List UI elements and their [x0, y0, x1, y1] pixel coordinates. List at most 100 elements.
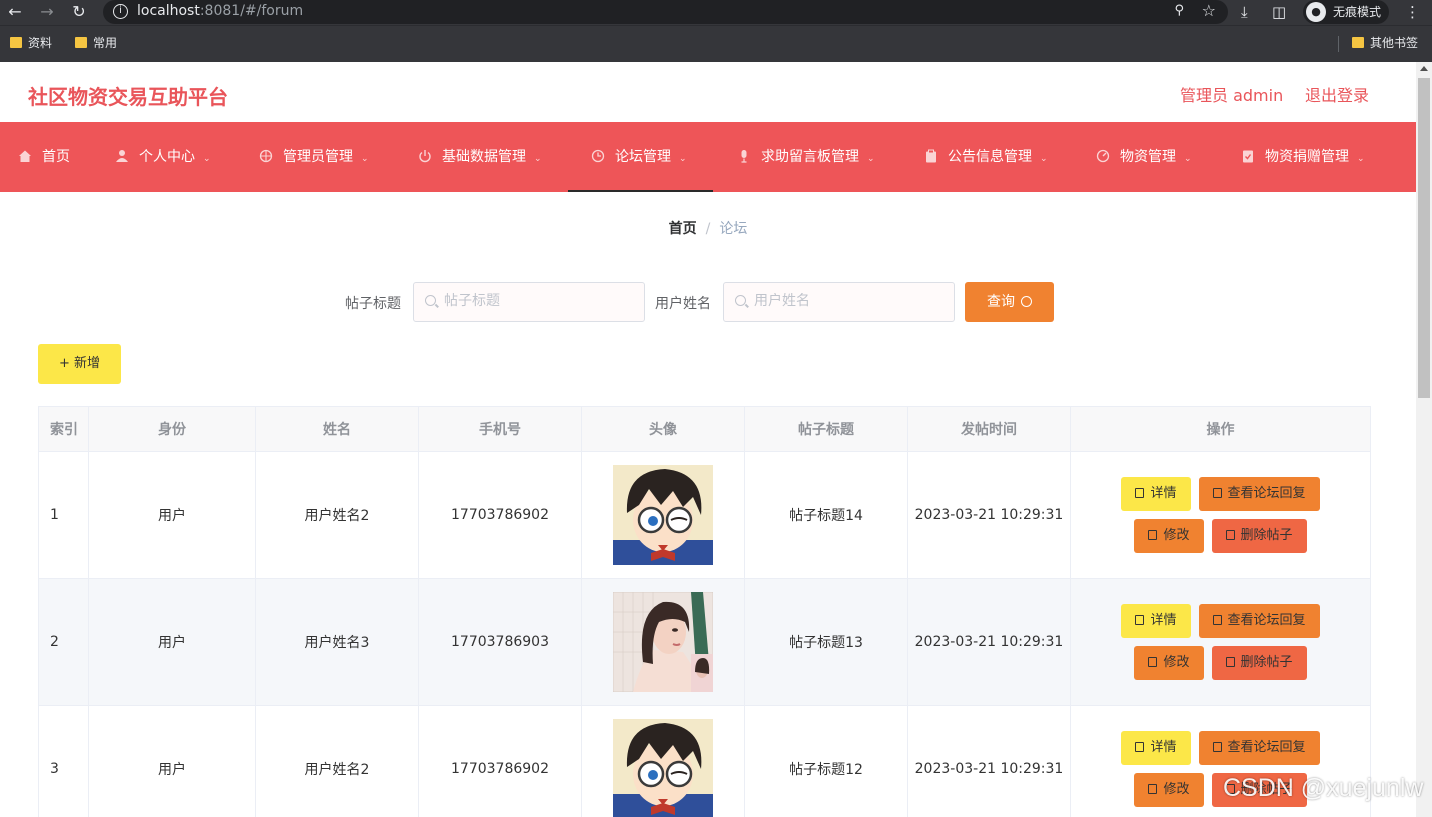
column-header: 发帖时间 [908, 407, 1071, 451]
column-header: 手机号 [419, 407, 582, 451]
add-button[interactable]: + 新增 [38, 344, 121, 384]
chevron-down-icon: ⌄ [1357, 154, 1365, 164]
folder-icon [75, 37, 87, 48]
menu-item-profile[interactable]: 个人中心 ⌄ [115, 122, 211, 192]
download-icon[interactable]: ⤓ [1241, 3, 1248, 21]
column-header: 身份 [89, 407, 256, 451]
site-title: 社区物资交易互助平台 [28, 85, 228, 109]
trash-icon [1225, 530, 1235, 540]
chevron-down-icon: ⌄ [1184, 154, 1192, 164]
menu-item-donation[interactable]: 物资捐赠管理 ⌄ [1241, 122, 1365, 192]
cell-name: 用户姓名3 [256, 579, 419, 705]
menu-item-home[interactable]: 首页 [18, 122, 70, 192]
view-replies-button[interactable]: 查看论坛回复 [1198, 731, 1320, 765]
site-header: 社区物资交易互助平台 管理员 admin 退出登录 [0, 62, 1416, 122]
cell-post-time: 2023-03-21 10:29:31 [908, 579, 1071, 705]
cell-role: 用户 [89, 452, 256, 578]
delete-button[interactable]: 删除帖子 [1211, 519, 1307, 553]
cell-actions: 详情 查看论坛回复 修改 删除帖子 [1071, 452, 1371, 578]
chevron-down-icon: ⌄ [679, 154, 687, 164]
edit-icon [1148, 530, 1158, 540]
url-text[interactable]: localhost:8081/#/forum [137, 3, 303, 19]
edit-button[interactable]: 修改 [1134, 646, 1204, 680]
detail-button[interactable]: 详情 [1121, 477, 1191, 511]
sidepanel-icon[interactable]: ◫ [1272, 3, 1286, 21]
back-icon[interactable]: ← [4, 2, 26, 22]
cell-index: 1 [39, 452, 89, 578]
detail-button[interactable]: 详情 [1121, 731, 1191, 765]
user-name-input[interactable] [754, 293, 944, 309]
address-bar[interactable]: i localhost:8081/#/forum ⚲ ☆ [103, 0, 1228, 24]
bookmark-folder[interactable]: 常用 [75, 35, 117, 51]
edit-icon [1212, 488, 1222, 498]
view-replies-button[interactable]: 查看论坛回复 [1198, 477, 1320, 511]
column-header: 操作 [1071, 407, 1371, 451]
cell-post-title: 帖子标题14 [745, 452, 908, 578]
menu-item-help-board[interactable]: 求助留言板管理 ⌄ [737, 122, 875, 192]
edit-icon [1148, 784, 1158, 794]
menu-item-basic-data[interactable]: 基础数据管理 ⌄ [418, 122, 542, 192]
edit-icon [1212, 615, 1222, 625]
breadcrumb-home[interactable]: 首页 [669, 221, 697, 237]
avatar[interactable] [613, 592, 713, 692]
cell-phone: 17703786902 [419, 452, 582, 578]
forward-icon[interactable]: → [36, 2, 58, 22]
menu-item-goods[interactable]: 物资管理 ⌄ [1096, 122, 1192, 192]
post-title-label: 帖子标题 [345, 296, 401, 312]
bookmark-star-icon[interactable]: ☆ [1202, 1, 1216, 20]
menu-item-admin[interactable]: 管理员管理 ⌄ [259, 122, 369, 192]
document-icon [1135, 488, 1145, 498]
post-title-input[interactable] [444, 293, 634, 309]
scrollbar-thumb[interactable] [1418, 78, 1430, 398]
post-title-field[interactable] [413, 282, 645, 322]
avatar[interactable] [613, 465, 713, 565]
bookmark-folder[interactable]: 资料 [10, 35, 52, 51]
main-menu: 首页 个人中心 ⌄ 管理员管理 ⌄ 基础数据管理 ⌄ 论坛管理 ⌄ 求助留言板管理 ⌄ 公… [0, 122, 1416, 192]
cell-name: 用户姓名2 [256, 452, 419, 578]
reload-icon[interactable]: ↻ [68, 2, 90, 22]
clipboard-icon [926, 149, 936, 163]
edit-button[interactable]: 修改 [1134, 519, 1204, 553]
user-name-field[interactable] [723, 282, 955, 322]
breadcrumb-separator: / [705, 221, 711, 237]
document-icon [1135, 615, 1145, 625]
column-header: 帖子标题 [745, 407, 908, 451]
page-scrollbar[interactable] [1416, 62, 1432, 817]
folder-icon [10, 37, 22, 48]
table-row: 3 用户 用户姓名2 17703786902 帖子标题12 2023-03-21… [39, 706, 1371, 817]
key-icon[interactable]: ⚲ [1174, 3, 1184, 18]
site-info-icon[interactable]: i [113, 4, 128, 19]
home-icon [19, 150, 31, 162]
table-row: 2 用户 用户姓名3 17703786903 帖子标题13 2023-03-21… [39, 579, 1371, 706]
cell-phone: 17703786902 [419, 706, 582, 817]
detail-button[interactable]: 详情 [1121, 604, 1191, 638]
scroll-up-icon[interactable] [1420, 66, 1428, 71]
search-icon [425, 295, 436, 306]
menu-item-forum[interactable]: 论坛管理 ⌄ [568, 122, 713, 192]
delete-button[interactable]: 删除帖子 [1211, 646, 1307, 680]
query-button[interactable]: 查询 [965, 282, 1054, 322]
microphone-icon [741, 150, 747, 163]
table-body: 1 用户 用户姓名2 17703786902 帖子标题14 2023-03-21… [39, 452, 1371, 817]
cell-post-time: 2023-03-21 10:29:31 [908, 452, 1071, 578]
other-bookmarks[interactable]: 其他书签 [1352, 35, 1418, 51]
cell-avatar [582, 579, 745, 705]
document-icon [1135, 742, 1145, 752]
chevron-down-icon: ⌄ [534, 154, 542, 164]
incognito-badge[interactable]: ● 无痕模式 [1303, 0, 1389, 24]
view-replies-button[interactable]: 查看论坛回复 [1198, 604, 1320, 638]
breadcrumb-current: 论坛 [719, 221, 748, 237]
cell-post-title: 帖子标题12 [745, 706, 908, 817]
folder-icon [1352, 37, 1364, 48]
cell-avatar [582, 452, 745, 578]
menu-item-notice[interactable]: 公告信息管理 ⌄ [924, 122, 1048, 192]
edit-button[interactable]: 修改 [1134, 773, 1204, 807]
clock-icon [591, 149, 605, 163]
column-header: 姓名 [256, 407, 419, 451]
watermark: CSDN @xuejunlw [1223, 774, 1424, 802]
avatar[interactable] [613, 719, 713, 817]
admin-label: 管理员 admin [1180, 86, 1284, 105]
more-menu-icon[interactable]: ⋮ [1405, 3, 1420, 21]
logout-link[interactable]: 退出登录 [1305, 82, 1369, 106]
cell-name: 用户姓名2 [256, 706, 419, 817]
